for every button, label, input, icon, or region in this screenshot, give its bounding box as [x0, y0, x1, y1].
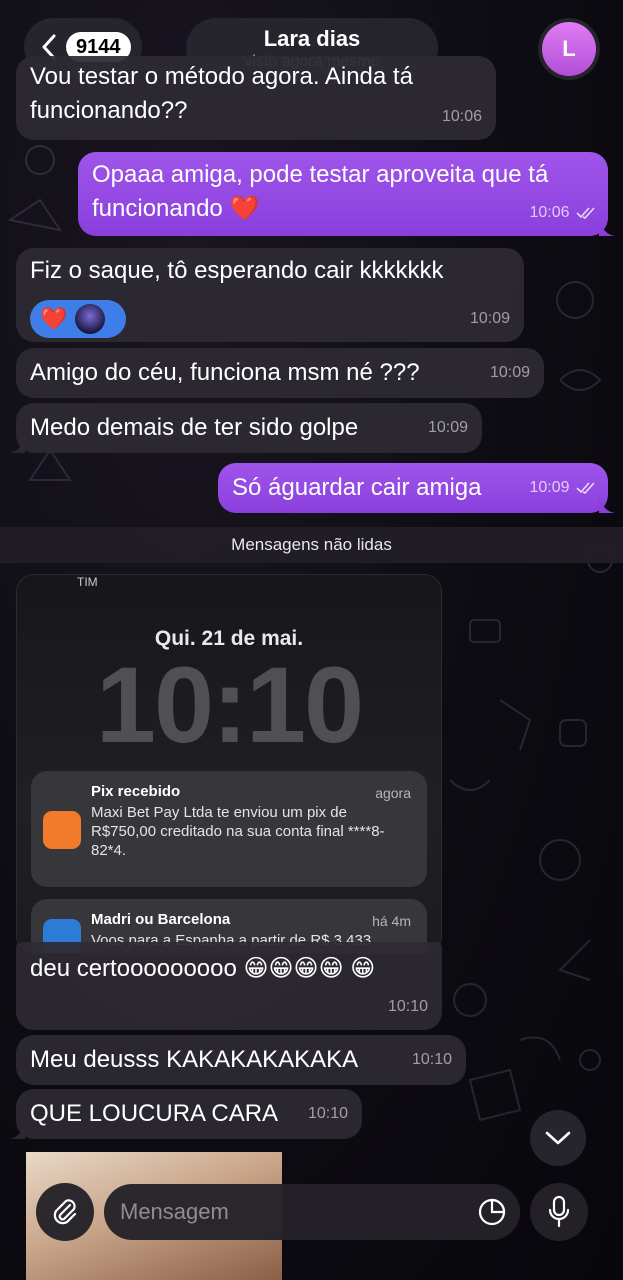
message-input[interactable] — [120, 1184, 450, 1240]
message-text: deu certooooooooo 😁😁😁😁 😁 — [30, 955, 376, 982]
message-incoming[interactable]: Vou testar o método agora. Ainda tá func… — [16, 56, 496, 140]
notification-time: agora — [375, 785, 411, 801]
notification-body: Maxi Bet Pay Ltda te enviou um pix de R$… — [91, 804, 385, 859]
message-text: QUE LOUCURA CARA — [30, 1100, 279, 1127]
bank-app-icon — [43, 811, 81, 849]
microphone-icon — [548, 1195, 570, 1228]
message-text: Amigo do céu, funciona msm né ??? — [30, 359, 420, 386]
message-time: 10:10 — [387, 998, 428, 1015]
contact-name: Lara dias — [263, 26, 361, 51]
photo-message[interactable]: TIM Qui. 21 de mai. 10:10 Pix recebido a… — [16, 574, 442, 954]
message-text: Só águardar cair amiga — [232, 474, 482, 501]
message-outgoing[interactable]: Opaaa amiga, pode testar aproveita que t… — [78, 152, 615, 236]
reactor-avatar — [75, 304, 106, 334]
notification-title: Madri ou Barcelona — [91, 911, 231, 928]
message-text: Fiz o saque, tô esperando cair kkkkkkk — [30, 257, 444, 284]
message-time: 10:06 — [441, 108, 482, 125]
voice-message-button[interactable] — [530, 1183, 588, 1241]
message-incoming[interactable]: Medo demais de ter sido golpe 10:09 — [9, 403, 482, 453]
message-time: 10:10 — [411, 1051, 452, 1068]
notification-title: Pix recebido — [91, 783, 181, 800]
photo-notification: Pix recebido agora Maxi Bet Pay Ltda te … — [31, 771, 427, 887]
message-composer[interactable] — [104, 1184, 520, 1240]
message-time: 10:09 — [427, 419, 468, 436]
unread-messages-divider: Mensagens não lidas — [0, 527, 623, 563]
chevron-down-icon — [545, 1131, 571, 1145]
bubble-tail — [9, 1123, 25, 1139]
message-text: Vou testar o método agora. Ainda tá func… — [30, 63, 413, 124]
message-incoming[interactable]: Meu deusss KAKAKAKAKAKA 10:10 — [16, 1035, 466, 1085]
heart-reaction-icon: ❤️ — [40, 306, 68, 331]
bubble-tail — [599, 220, 615, 236]
message-time: 10:09 — [530, 471, 597, 505]
read-receipt-icon — [576, 207, 595, 219]
message-incoming[interactable]: QUE LOUCURA CARA 10:10 — [9, 1089, 362, 1139]
message-time: 10:09 — [469, 310, 510, 327]
message-text: Medo demais de ter sido golpe — [30, 414, 359, 441]
notification-time: há 4m — [372, 913, 411, 929]
sticker-icon[interactable] — [476, 1196, 508, 1228]
attach-button[interactable] — [36, 1183, 94, 1241]
read-receipt-icon — [576, 482, 595, 494]
scroll-to-bottom-button[interactable] — [530, 1110, 586, 1166]
photo-status-bar: TIM — [77, 575, 98, 589]
message-time: 10:06 — [530, 196, 597, 230]
bubble-tail — [9, 437, 25, 453]
avatar-initial: L — [542, 22, 596, 76]
contact-avatar[interactable]: L — [538, 18, 600, 80]
message-time: 10:10 — [307, 1105, 348, 1122]
paperclip-icon — [53, 1199, 77, 1225]
message-text: Meu deusss KAKAKAKAKAKA — [30, 1046, 359, 1073]
message-text: Opaaa amiga, pode testar aproveita que t… — [92, 161, 549, 222]
message-time: 10:09 — [489, 364, 530, 381]
reaction-chip[interactable]: ❤️ — [30, 300, 126, 338]
message-incoming[interactable]: deu certooooooooo 😁😁😁😁 😁 10:10 — [16, 942, 442, 1030]
bubble-tail — [599, 497, 615, 513]
message-incoming[interactable]: Fiz o saque, tô esperando cair kkkkkkk ❤… — [16, 248, 524, 342]
message-outgoing[interactable]: Só águardar cair amiga 10:09 — [218, 463, 615, 513]
photo-lockscreen-clock: 10:10 — [95, 644, 364, 765]
message-incoming[interactable]: Amigo do céu, funciona msm né ??? 10:09 — [16, 348, 544, 398]
